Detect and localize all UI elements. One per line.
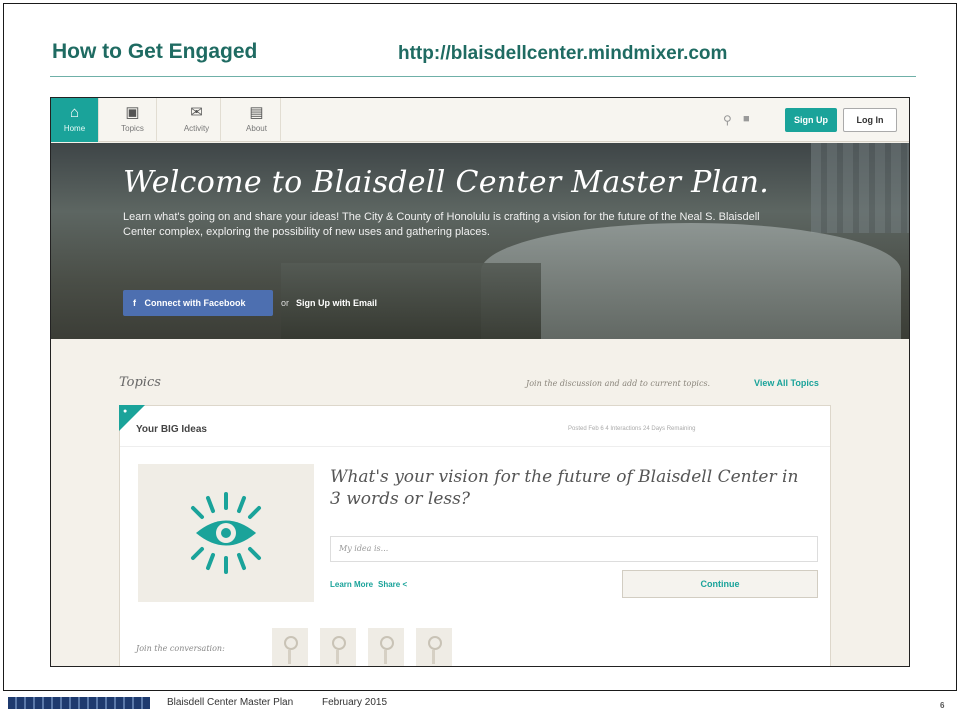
avatar[interactable] — [416, 628, 452, 666]
sign-up-email-link[interactable]: Sign Up with Email — [296, 298, 377, 308]
share-label: Share — [378, 580, 401, 589]
topic-card: ● Your BIG Ideas Posted Feb 6 4 Interact… — [119, 405, 831, 666]
nav-about[interactable]: ▤ About — [233, 98, 281, 142]
about-icon: ▤ — [249, 104, 264, 121]
hero-skyline-image — [811, 143, 909, 233]
card-divider — [120, 446, 830, 447]
topics-join-text: Join the discussion and add to current t… — [526, 379, 711, 388]
facebook-icon: f — [133, 298, 136, 308]
or-separator: or — [281, 298, 290, 308]
avatar[interactable] — [368, 628, 404, 666]
nav-home[interactable]: ⌂ Home — [51, 98, 99, 142]
sign-up-button[interactable]: Sign Up — [785, 108, 837, 132]
idea-input[interactable]: My idea is... — [330, 536, 818, 562]
hero-description: Learn what's going on and share your ide… — [123, 211, 760, 238]
avatar[interactable] — [272, 628, 308, 666]
nav-topics-label: Topics — [121, 124, 144, 133]
footer-text: Blaisdell Center Master Plan — [167, 697, 294, 708]
title-divider — [50, 76, 916, 77]
website-screenshot: ⌂ Home ▣ Topics ✉ Activity ▤ About ⚲ ■ S… — [50, 97, 910, 667]
nav-activity[interactable]: ✉ Activity — [173, 98, 221, 142]
nav-about-label: About — [246, 124, 267, 133]
avatar[interactable] — [320, 628, 356, 666]
slide-title: How to Get Engaged — [52, 40, 258, 63]
page-number: 6 — [940, 701, 945, 710]
share-link[interactable]: Share < — [378, 580, 407, 589]
connect-facebook-label: Connect with Facebook — [144, 298, 246, 308]
topics-heading: Topics — [119, 375, 161, 390]
hero-title: Welcome to Blaisdell Center Master Plan. — [123, 165, 770, 200]
activity-icon: ✉ — [190, 104, 203, 121]
continue-button[interactable]: Continue — [622, 570, 818, 598]
top-nav: ⌂ Home ▣ Topics ✉ Activity ▤ About ⚲ ■ S… — [51, 98, 909, 142]
eye-icon — [138, 464, 314, 602]
learn-more-link[interactable]: Learn More — [330, 580, 373, 589]
home-icon: ⌂ — [69, 104, 80, 121]
join-conversation-label: Join the conversation: — [136, 644, 225, 653]
search-icon[interactable]: ⚲ — [723, 113, 732, 127]
hero-arena-image — [481, 223, 901, 339]
card-title[interactable]: Your BIG Ideas — [136, 424, 207, 435]
footer-logo — [8, 697, 150, 709]
slide-url[interactable]: http://blaisdellcenter.mindmixer.com — [398, 43, 727, 65]
nav-home-label: Home — [63, 124, 86, 133]
nav-activity-label: Activity — [183, 124, 210, 133]
star-icon: ● — [123, 408, 128, 415]
nav-topics[interactable]: ▣ Topics — [109, 98, 157, 142]
log-in-button[interactable]: Log In — [843, 108, 897, 132]
avatar-list — [272, 628, 464, 666]
view-all-topics-link[interactable]: View All Topics — [754, 378, 819, 388]
topics-icon: ▣ — [125, 104, 140, 121]
card-meta: Posted Feb 6 4 Interactions 24 Days Rema… — [568, 426, 696, 432]
folder-icon[interactable]: ■ — [743, 113, 750, 125]
hero-banner: Welcome to Blaisdell Center Master Plan.… — [51, 143, 909, 339]
connect-facebook-button[interactable]: f Connect with Facebook — [123, 290, 273, 316]
share-icon: < — [402, 580, 408, 589]
footer-date: February 2015 — [322, 697, 388, 708]
card-question: What's your vision for the future of Bla… — [330, 467, 799, 509]
